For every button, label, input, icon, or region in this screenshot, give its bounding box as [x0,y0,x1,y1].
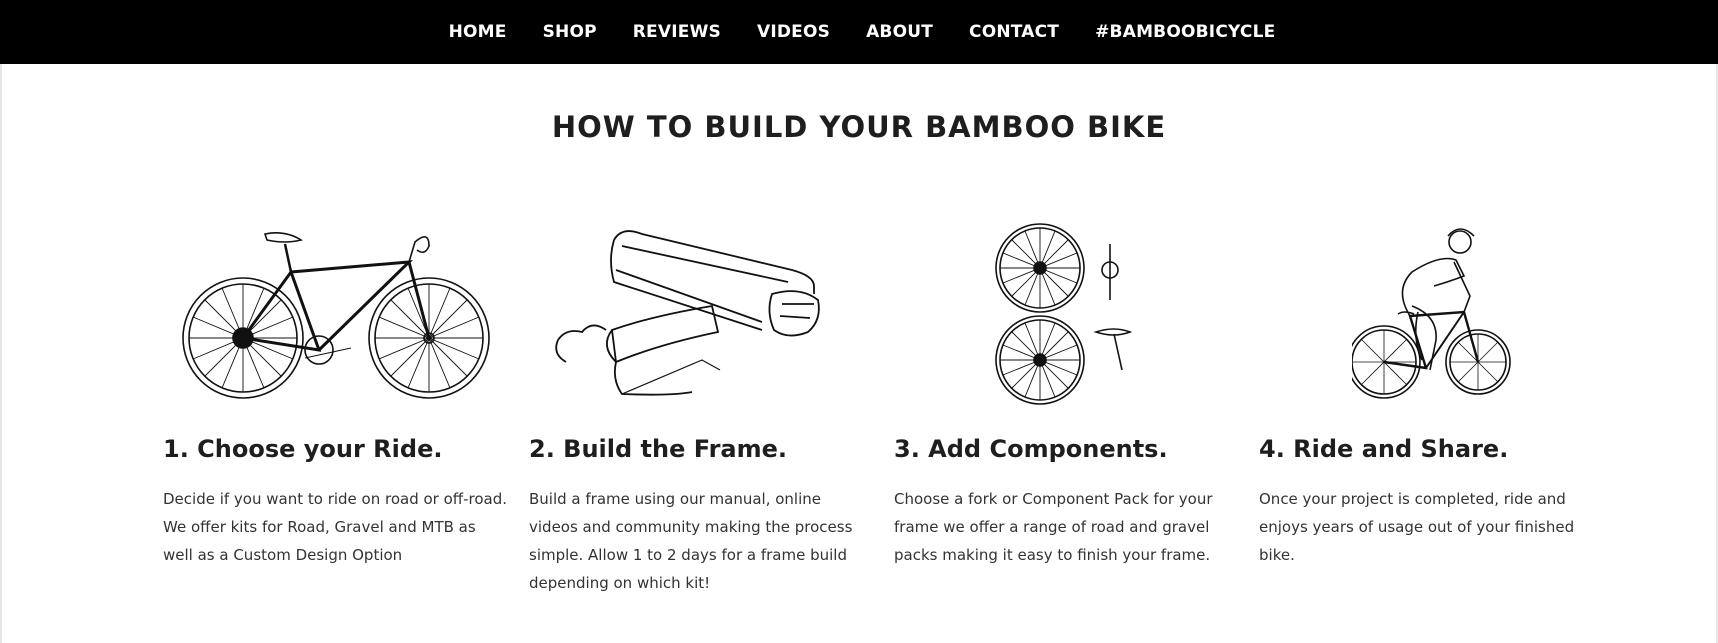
road-bike-icon [181,232,490,399]
components-icon [994,223,1132,405]
step-illustration [163,210,508,410]
nav-menu: HOME SHOP REVIEWS VIDEOS ABOUT CONTACT #… [431,22,1294,42]
nav-videos[interactable]: VIDEOS [739,22,848,42]
step-add-components: 3. Add Components. Choose a fork or Comp… [894,210,1239,569]
step-illustration [529,210,874,410]
step-illustration [1259,210,1604,410]
nav-bamboobicycle[interactable]: #BAMBOOBICYCLE [1077,22,1293,42]
cyclist-icon [1351,228,1511,399]
section-title: HOW TO BUILD YOUR BAMBOO BIKE [551,110,1167,144]
step-title: 3. Add Components. [894,435,1168,463]
step-title: 1. Choose your Ride. [163,435,443,463]
step-ride-share: 4. Ride and Share. Once your project is … [1259,210,1604,569]
step-description: Build a frame using our manual, online v… [529,490,853,592]
page-border-left [0,64,2,643]
step-illustration [894,210,1239,410]
nav-contact[interactable]: CONTACT [951,22,1077,42]
nav-home[interactable]: HOME [431,22,525,42]
step-description: Decide if you want to ride on road or of… [163,490,508,564]
step-title: 4. Ride and Share. [1259,435,1509,463]
hacksaw-icon [554,230,820,396]
top-navigation: HOME SHOP REVIEWS VIDEOS ABOUT CONTACT #… [0,0,1718,64]
nav-about[interactable]: ABOUT [848,22,951,42]
nav-shop[interactable]: SHOP [525,22,615,42]
step-choose-ride: 1. Choose your Ride. Decide if you want … [163,210,508,569]
step-build-frame: 2. Build the Frame. Build a frame using … [529,210,874,597]
step-description: Choose a fork or Component Pack for your… [894,490,1213,564]
step-title: 2. Build the Frame. [529,435,788,463]
step-description: Once your project is completed, ride and… [1259,490,1575,564]
nav-reviews[interactable]: REVIEWS [615,22,739,42]
